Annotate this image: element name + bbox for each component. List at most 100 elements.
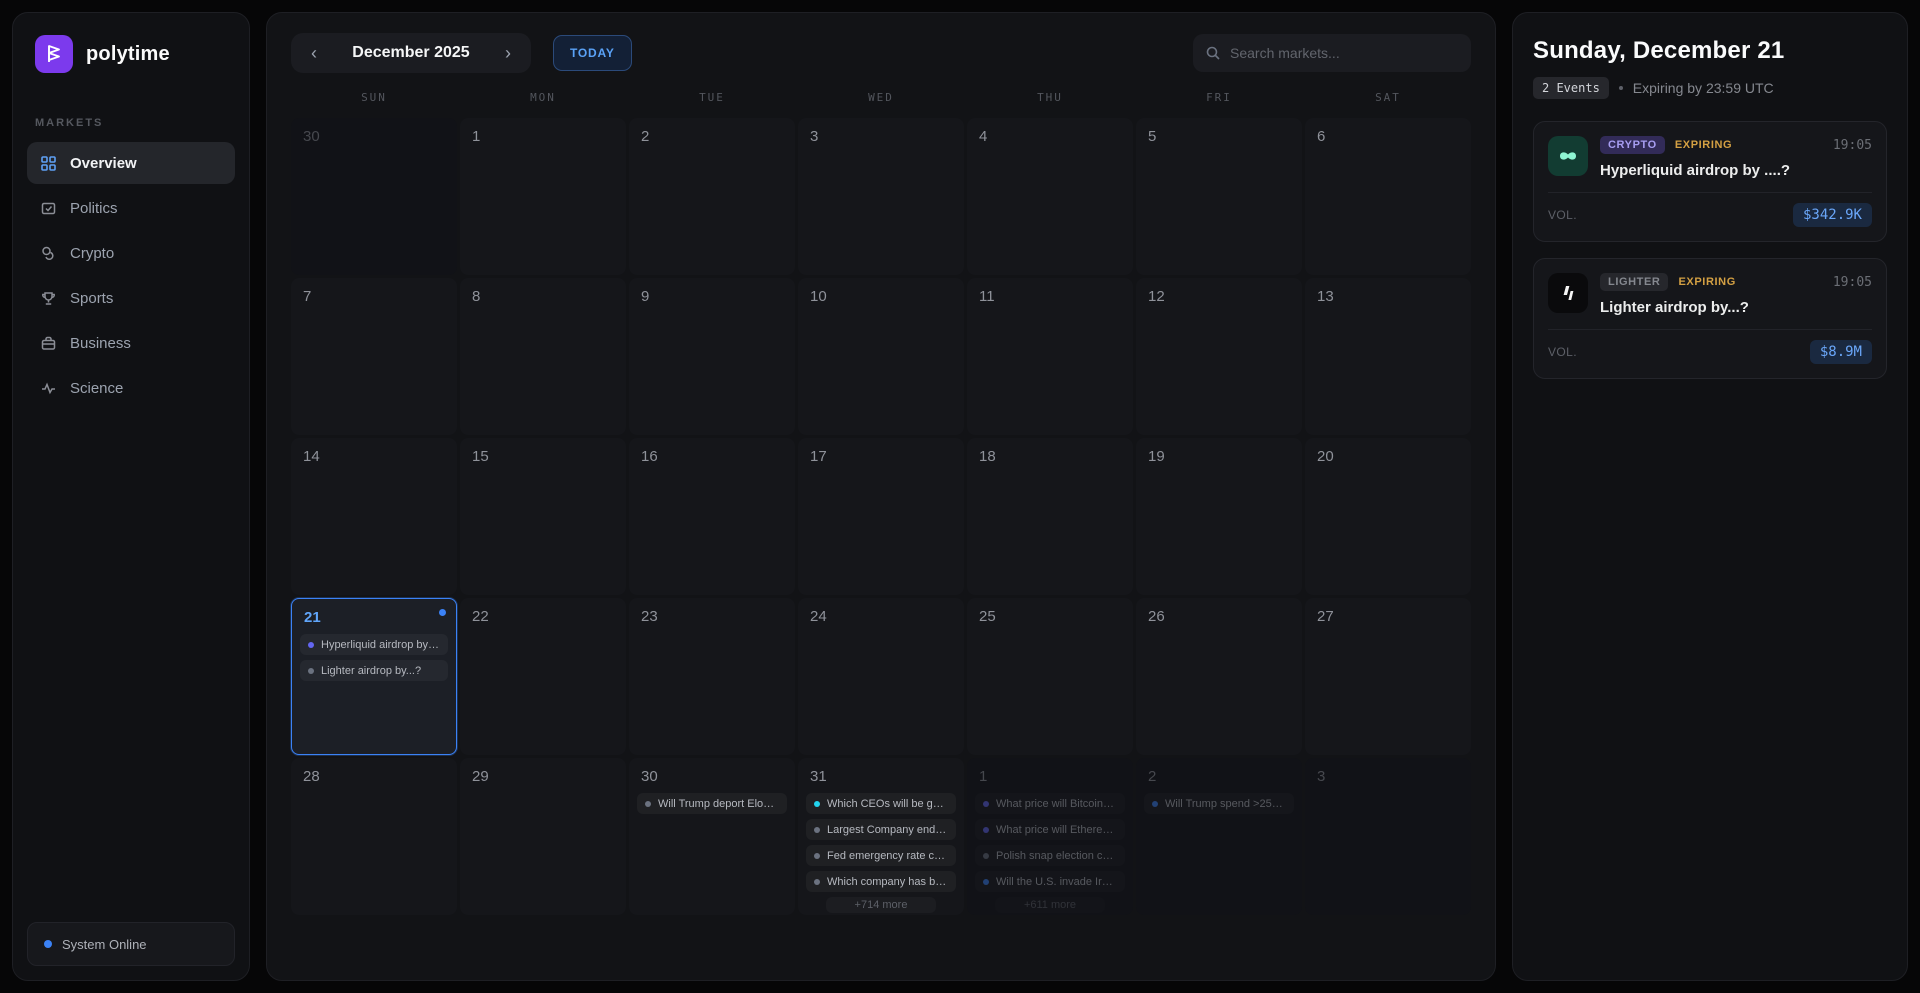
volume-label: VOL. bbox=[1548, 345, 1577, 359]
event-pill[interactable]: Will the U.S. invade Iran i... bbox=[975, 871, 1125, 892]
day-cell-7[interactable]: 7 bbox=[291, 278, 457, 435]
selected-day-dot-icon bbox=[439, 609, 446, 616]
day-cell-9[interactable]: 9 bbox=[629, 278, 795, 435]
day-cell-31[interactable]: 31Which CEOs will be gone...Largest Comp… bbox=[798, 758, 964, 915]
day-cell-16[interactable]: 16 bbox=[629, 438, 795, 595]
day-number: 24 bbox=[798, 606, 964, 633]
event-pill-label: Fed emergency rate cut i... bbox=[827, 850, 948, 862]
event-dot-icon bbox=[308, 668, 314, 674]
day-cell-23[interactable]: 23 bbox=[629, 598, 795, 755]
event-card[interactable]: LIGHTEREXPIRING19:05Lighter airdrop by..… bbox=[1533, 258, 1887, 379]
event-pill-label: Which CEOs will be gone... bbox=[827, 798, 948, 810]
prev-month-button[interactable]: ‹ bbox=[297, 36, 331, 70]
sidebar-item-overview[interactable]: Overview bbox=[27, 142, 235, 184]
day-number: 10 bbox=[798, 286, 964, 313]
sidebar-item-business[interactable]: Business bbox=[27, 322, 235, 364]
day-cell-5[interactable]: 5 bbox=[1136, 118, 1302, 275]
day-number: 15 bbox=[460, 446, 626, 473]
day-cell-17[interactable]: 17 bbox=[798, 438, 964, 595]
day-cell-26[interactable]: 26 bbox=[1136, 598, 1302, 755]
day-cell-13[interactable]: 13 bbox=[1305, 278, 1471, 435]
day-number: 2 bbox=[1136, 766, 1302, 793]
sidebar-item-politics[interactable]: Politics bbox=[27, 187, 235, 229]
more-events-link[interactable]: +611 more bbox=[995, 897, 1105, 913]
ballot-icon bbox=[39, 199, 57, 217]
event-pill-label: Polish snap election calle... bbox=[996, 850, 1117, 862]
day-cell-30-adjacent[interactable]: 30 bbox=[291, 118, 457, 275]
day-number: 22 bbox=[460, 606, 626, 633]
sidebar-item-label: Business bbox=[70, 335, 131, 352]
hyperliquid-logo-icon bbox=[1548, 136, 1588, 176]
polytime-logo-icon bbox=[35, 35, 73, 73]
day-cell-18[interactable]: 18 bbox=[967, 438, 1133, 595]
event-dot-icon bbox=[983, 879, 989, 885]
events-count-badge: 2 Events bbox=[1533, 77, 1609, 99]
weekday-label-sat: SAT bbox=[1305, 87, 1471, 108]
day-cell-25[interactable]: 25 bbox=[967, 598, 1133, 755]
event-pill[interactable]: What price will Bitcoin hit... bbox=[975, 793, 1125, 814]
event-pill[interactable]: Will Trump deport Elon M... bbox=[637, 793, 787, 814]
day-number: 30 bbox=[629, 766, 795, 793]
sidebar: polytime MARKETS OverviewPoliticsCryptoS… bbox=[12, 12, 250, 981]
day-cell-2[interactable]: 2 bbox=[629, 118, 795, 275]
event-pill[interactable]: What price will Ethereum ... bbox=[975, 819, 1125, 840]
event-dot-icon bbox=[1152, 801, 1158, 807]
day-cell-4[interactable]: 4 bbox=[967, 118, 1133, 275]
search-icon bbox=[1205, 45, 1221, 61]
day-cell-10[interactable]: 10 bbox=[798, 278, 964, 435]
day-number: 17 bbox=[798, 446, 964, 473]
weekday-label-thu: THU bbox=[967, 87, 1133, 108]
sidebar-item-crypto[interactable]: Crypto bbox=[27, 232, 235, 274]
event-pill[interactable]: Lighter airdrop by...? bbox=[300, 660, 448, 681]
event-dot-icon bbox=[983, 853, 989, 859]
brand: polytime bbox=[27, 35, 235, 73]
day-cell-24[interactable]: 24 bbox=[798, 598, 964, 755]
event-pill[interactable]: Which CEOs will be gone... bbox=[806, 793, 956, 814]
event-pill[interactable]: Hyperliquid airdrop by ....? bbox=[300, 634, 448, 655]
day-cell-6[interactable]: 6 bbox=[1305, 118, 1471, 275]
day-cell-27[interactable]: 27 bbox=[1305, 598, 1471, 755]
search-input[interactable] bbox=[1230, 45, 1459, 61]
day-cell-21[interactable]: 21Hyperliquid airdrop by ....?Lighter ai… bbox=[291, 598, 457, 755]
day-number: 23 bbox=[629, 606, 795, 633]
event-pill-label: Will Trump deport Elon M... bbox=[658, 798, 779, 810]
day-cell-14[interactable]: 14 bbox=[291, 438, 457, 595]
day-number: 18 bbox=[967, 446, 1133, 473]
sidebar-item-science[interactable]: Science bbox=[27, 367, 235, 409]
day-cell-22[interactable]: 22 bbox=[460, 598, 626, 755]
day-cell-11[interactable]: 11 bbox=[967, 278, 1133, 435]
event-card[interactable]: CRYPTOEXPIRING19:05Hyperliquid airdrop b… bbox=[1533, 121, 1887, 242]
more-events-link[interactable]: +714 more bbox=[826, 897, 936, 913]
day-cell-1-adjacent[interactable]: 1What price will Bitcoin hit...What pric… bbox=[967, 758, 1133, 915]
day-cell-20[interactable]: 20 bbox=[1305, 438, 1471, 595]
event-pill[interactable]: Which company has best... bbox=[806, 871, 956, 892]
day-cell-29[interactable]: 29 bbox=[460, 758, 626, 915]
sidebar-item-sports[interactable]: Sports bbox=[27, 277, 235, 319]
event-pill[interactable]: Fed emergency rate cut i... bbox=[806, 845, 956, 866]
day-number: 13 bbox=[1305, 286, 1471, 313]
day-cell-28[interactable]: 28 bbox=[291, 758, 457, 915]
calendar-header: ‹ December 2025 › TODAY bbox=[267, 13, 1495, 87]
day-cell-3-adjacent[interactable]: 3 bbox=[1305, 758, 1471, 915]
day-cell-12[interactable]: 12 bbox=[1136, 278, 1302, 435]
event-pill[interactable]: Polish snap election calle... bbox=[975, 845, 1125, 866]
expiring-badge: EXPIRING bbox=[1675, 139, 1732, 151]
day-cell-1[interactable]: 1 bbox=[460, 118, 626, 275]
day-cell-15[interactable]: 15 bbox=[460, 438, 626, 595]
event-dot-icon bbox=[814, 879, 820, 885]
month-navigator: ‹ December 2025 › bbox=[291, 33, 531, 73]
search-box[interactable] bbox=[1193, 34, 1471, 72]
day-summary-row: 2 Events Expiring by 23:59 UTC bbox=[1533, 77, 1887, 99]
app-title: polytime bbox=[86, 43, 170, 66]
day-cell-8[interactable]: 8 bbox=[460, 278, 626, 435]
today-button[interactable]: TODAY bbox=[553, 35, 632, 71]
event-pill[interactable]: Largest Company end of ... bbox=[806, 819, 956, 840]
day-cell-3[interactable]: 3 bbox=[798, 118, 964, 275]
event-pill[interactable]: Will Trump spend >25% ... bbox=[1144, 793, 1294, 814]
day-cell-30[interactable]: 30 Will Trump deport Elon M... bbox=[629, 758, 795, 915]
event-dot-icon bbox=[814, 827, 820, 833]
day-cell-19[interactable]: 19 bbox=[1136, 438, 1302, 595]
event-pill-label: Will the U.S. invade Iran i... bbox=[996, 876, 1117, 888]
next-month-button[interactable]: › bbox=[491, 36, 525, 70]
day-cell-2-adjacent[interactable]: 2Will Trump spend >25% ... bbox=[1136, 758, 1302, 915]
